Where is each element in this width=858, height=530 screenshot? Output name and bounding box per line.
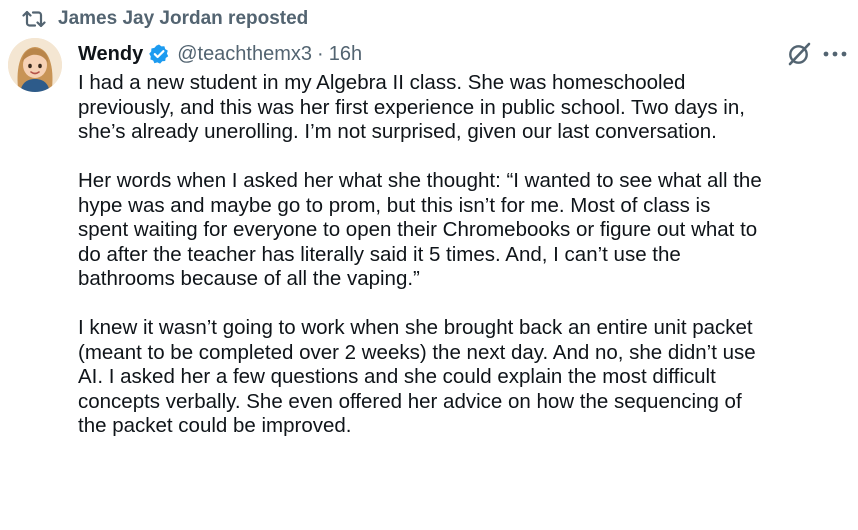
- header-separator: ·: [317, 42, 324, 65]
- tweet-line: hype was and maybe go to prom, but this …: [78, 193, 711, 217]
- tweet-line: do after the teacher has literally said …: [78, 242, 681, 266]
- repost-label: James Jay Jordan reposted: [58, 8, 309, 29]
- avatar-cartoon-woman-icon: [8, 38, 62, 92]
- tweet-line: she’s already unerolling. I’m not surpri…: [78, 120, 717, 143]
- more-options-icon[interactable]: [820, 44, 850, 64]
- tweet-line: spent waiting for everyone to open their…: [78, 218, 758, 241]
- user-handle[interactable]: @teachthemx3: [177, 43, 312, 66]
- tweet-paragraph-3: I knew it wasn’t going to work when she …: [78, 316, 850, 439]
- repost-icon: [22, 9, 46, 29]
- tweet-text: I had a new student in my Algebra II cla…: [78, 71, 850, 439]
- tweet-header: Wendy @teachthemx3 · 16h: [78, 40, 362, 68]
- verified-badge-icon: [148, 43, 170, 65]
- tweet-line: bathrooms because of all the vaping.”: [78, 267, 420, 290]
- tweet-paragraph-1: I had a new student in my Algebra II cla…: [78, 71, 850, 145]
- tweet-line: AI. I asked her a few questions and she …: [78, 365, 716, 388]
- repost-indicator[interactable]: James Jay Jordan reposted: [22, 6, 308, 32]
- avatar[interactable]: [8, 38, 62, 92]
- tweet-line: I had a new student in my Algebra II cla…: [78, 71, 686, 94]
- tweet-line: Her words when I asked her what she thou…: [78, 169, 762, 192]
- display-name[interactable]: Wendy: [78, 43, 143, 66]
- timestamp[interactable]: 16h: [329, 43, 362, 66]
- tweet-paragraph-2: Her words when I asked her what she thou…: [78, 169, 850, 292]
- tweet-line: concepts verbally. She even offered her …: [78, 389, 742, 413]
- grok-icon[interactable]: [786, 41, 812, 67]
- tweet-line: the packet could be improved.: [78, 414, 352, 437]
- tweet-line: I knew it wasn’t going to work when she …: [78, 316, 753, 339]
- tweet-line: previously, and this was her first exper…: [78, 95, 745, 119]
- tweet-line: (meant to be completed over 2 weeks) the…: [78, 340, 756, 364]
